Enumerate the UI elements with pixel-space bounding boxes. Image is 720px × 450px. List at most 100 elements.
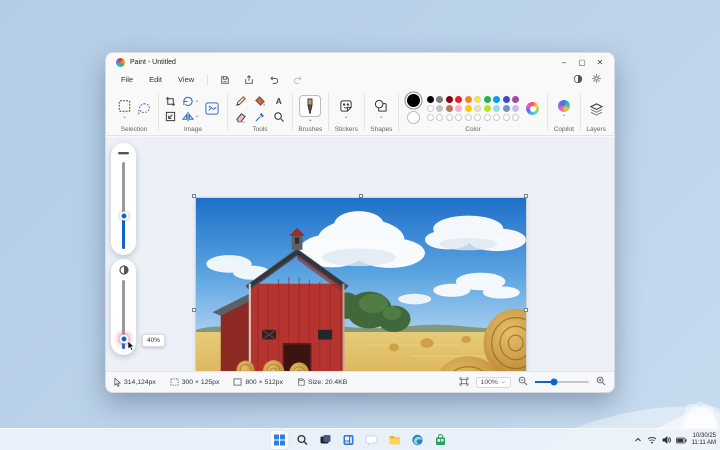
- group-image: ⌄ ⌄ Image: [160, 89, 225, 135]
- opacity-slider[interactable]: 40%: [122, 280, 125, 349]
- rectangle-select-icon[interactable]: [116, 98, 133, 114]
- palette-swatch[interactable]: [446, 96, 453, 103]
- palette-empty-slot[interactable]: [465, 114, 472, 121]
- free-select-icon[interactable]: [136, 101, 152, 117]
- canvas-handle-top-left[interactable]: [192, 194, 196, 198]
- pencil-icon[interactable]: [234, 94, 248, 108]
- brushes-icon[interactable]: [299, 95, 321, 117]
- zoom-out-icon[interactable]: [518, 376, 528, 388]
- settings-gear-icon[interactable]: [591, 71, 602, 89]
- palette-swatch[interactable]: [484, 105, 491, 112]
- brushes-dropdown-chevron[interactable]: ⌄: [308, 118, 313, 123]
- palette-empty-slot[interactable]: [493, 114, 500, 121]
- palette-swatch[interactable]: [446, 105, 453, 112]
- magnifier-tool-icon[interactable]: [272, 110, 286, 124]
- widgets-icon[interactable]: [340, 431, 358, 449]
- menu-edit[interactable]: Edit: [142, 73, 169, 86]
- start-button[interactable]: [271, 431, 289, 449]
- image-options-icon[interactable]: [203, 100, 221, 117]
- canvas-background[interactable]: [106, 137, 614, 371]
- palette-swatch[interactable]: [474, 105, 481, 112]
- save-icon[interactable]: [214, 74, 236, 86]
- maximize-button[interactable]: ▢: [574, 56, 590, 69]
- zoom-slider[interactable]: [535, 381, 589, 383]
- color2-swatch[interactable]: [408, 112, 419, 123]
- rotate-icon[interactable]: ⌄: [181, 95, 200, 108]
- theme-toggle-icon[interactable]: [573, 71, 583, 89]
- title-bar[interactable]: Paint - Untitled – ▢ ✕: [106, 53, 614, 71]
- taskbar-clock[interactable]: 10/30/25 11:11 AM: [692, 433, 716, 447]
- menu-bar: File Edit View: [106, 71, 614, 88]
- shapes-icon[interactable]: [373, 98, 389, 114]
- file-explorer-icon[interactable]: [386, 431, 404, 449]
- shapes-dropdown-chevron[interactable]: ⌄: [379, 115, 384, 120]
- close-button[interactable]: ✕: [592, 56, 608, 69]
- zoom-slider-thumb[interactable]: [550, 379, 557, 386]
- layers-icon[interactable]: [588, 101, 605, 117]
- canvas-handle-middle-left[interactable]: [192, 308, 196, 312]
- palette-swatch[interactable]: [436, 105, 443, 112]
- canvas-handle-middle-right[interactable]: [524, 308, 528, 312]
- search-icon[interactable]: [294, 431, 312, 449]
- canvas-handle-top-center[interactable]: [359, 194, 363, 198]
- zoom-in-icon[interactable]: [596, 376, 606, 388]
- copilot-icon[interactable]: [558, 100, 570, 112]
- menu-file[interactable]: File: [114, 73, 140, 86]
- canvas[interactable]: [196, 198, 526, 393]
- palette-swatch[interactable]: [427, 105, 434, 112]
- palette-swatch[interactable]: [493, 96, 500, 103]
- redo-icon[interactable]: [287, 74, 310, 86]
- wifi-icon[interactable]: [647, 431, 657, 449]
- color1-swatch[interactable]: [407, 94, 420, 107]
- palette-empty-slot[interactable]: [503, 114, 510, 121]
- palette-swatch[interactable]: [455, 105, 462, 112]
- microsoft-store-icon[interactable]: [432, 431, 450, 449]
- palette-swatch[interactable]: [474, 96, 481, 103]
- palette-swatch[interactable]: [427, 96, 434, 103]
- palette-empty-slot[interactable]: [484, 114, 491, 121]
- undo-icon[interactable]: [262, 74, 285, 86]
- palette-swatch[interactable]: [484, 96, 491, 103]
- palette-empty-slot[interactable]: [474, 114, 481, 121]
- zoom-level-dropdown[interactable]: 100% ⌄: [476, 377, 511, 388]
- copilot-dropdown-chevron[interactable]: ⌄: [561, 113, 566, 118]
- palette-empty-slot[interactable]: [512, 114, 519, 121]
- palette-swatch[interactable]: [503, 96, 510, 103]
- palette-swatch[interactable]: [493, 105, 500, 112]
- palette-swatch[interactable]: [512, 105, 519, 112]
- color-picker-icon[interactable]: [253, 110, 267, 124]
- stickers-icon[interactable]: [338, 98, 354, 114]
- tray-chevron-icon[interactable]: [634, 431, 642, 449]
- selection-dropdown-chevron[interactable]: ⌄: [122, 115, 127, 120]
- fit-to-window-icon[interactable]: [459, 377, 469, 388]
- palette-swatch[interactable]: [455, 96, 462, 103]
- palette-swatch[interactable]: [465, 96, 472, 103]
- palette-empty-slot[interactable]: [436, 114, 443, 121]
- canvas-handle-top-right[interactable]: [524, 194, 528, 198]
- palette-empty-slot[interactable]: [455, 114, 462, 121]
- edit-colors-icon[interactable]: [526, 102, 539, 115]
- task-view-icon[interactable]: [317, 431, 335, 449]
- crop-icon[interactable]: [164, 95, 177, 108]
- text-tool-icon[interactable]: A: [272, 94, 286, 108]
- resize-icon[interactable]: [164, 110, 177, 123]
- volume-icon[interactable]: [662, 431, 671, 449]
- palette-swatch[interactable]: [512, 96, 519, 103]
- fill-bucket-icon[interactable]: [253, 94, 267, 108]
- stickers-dropdown-chevron[interactable]: ⌄: [344, 115, 349, 120]
- size-slider-thumb[interactable]: [119, 211, 128, 220]
- palette-empty-slot[interactable]: [427, 114, 434, 121]
- palette-swatch[interactable]: [465, 105, 472, 112]
- minimize-button[interactable]: –: [556, 56, 572, 69]
- size-slider[interactable]: [122, 162, 125, 249]
- chat-icon[interactable]: [363, 431, 381, 449]
- flip-icon[interactable]: ⌄: [181, 110, 200, 123]
- palette-empty-slot[interactable]: [446, 114, 453, 121]
- palette-swatch[interactable]: [503, 105, 510, 112]
- battery-icon[interactable]: [676, 431, 687, 449]
- eraser-icon[interactable]: [234, 110, 248, 124]
- palette-swatch[interactable]: [436, 96, 443, 103]
- share-icon[interactable]: [238, 74, 260, 86]
- edge-browser-icon[interactable]: [409, 431, 427, 449]
- menu-view[interactable]: View: [171, 73, 201, 86]
